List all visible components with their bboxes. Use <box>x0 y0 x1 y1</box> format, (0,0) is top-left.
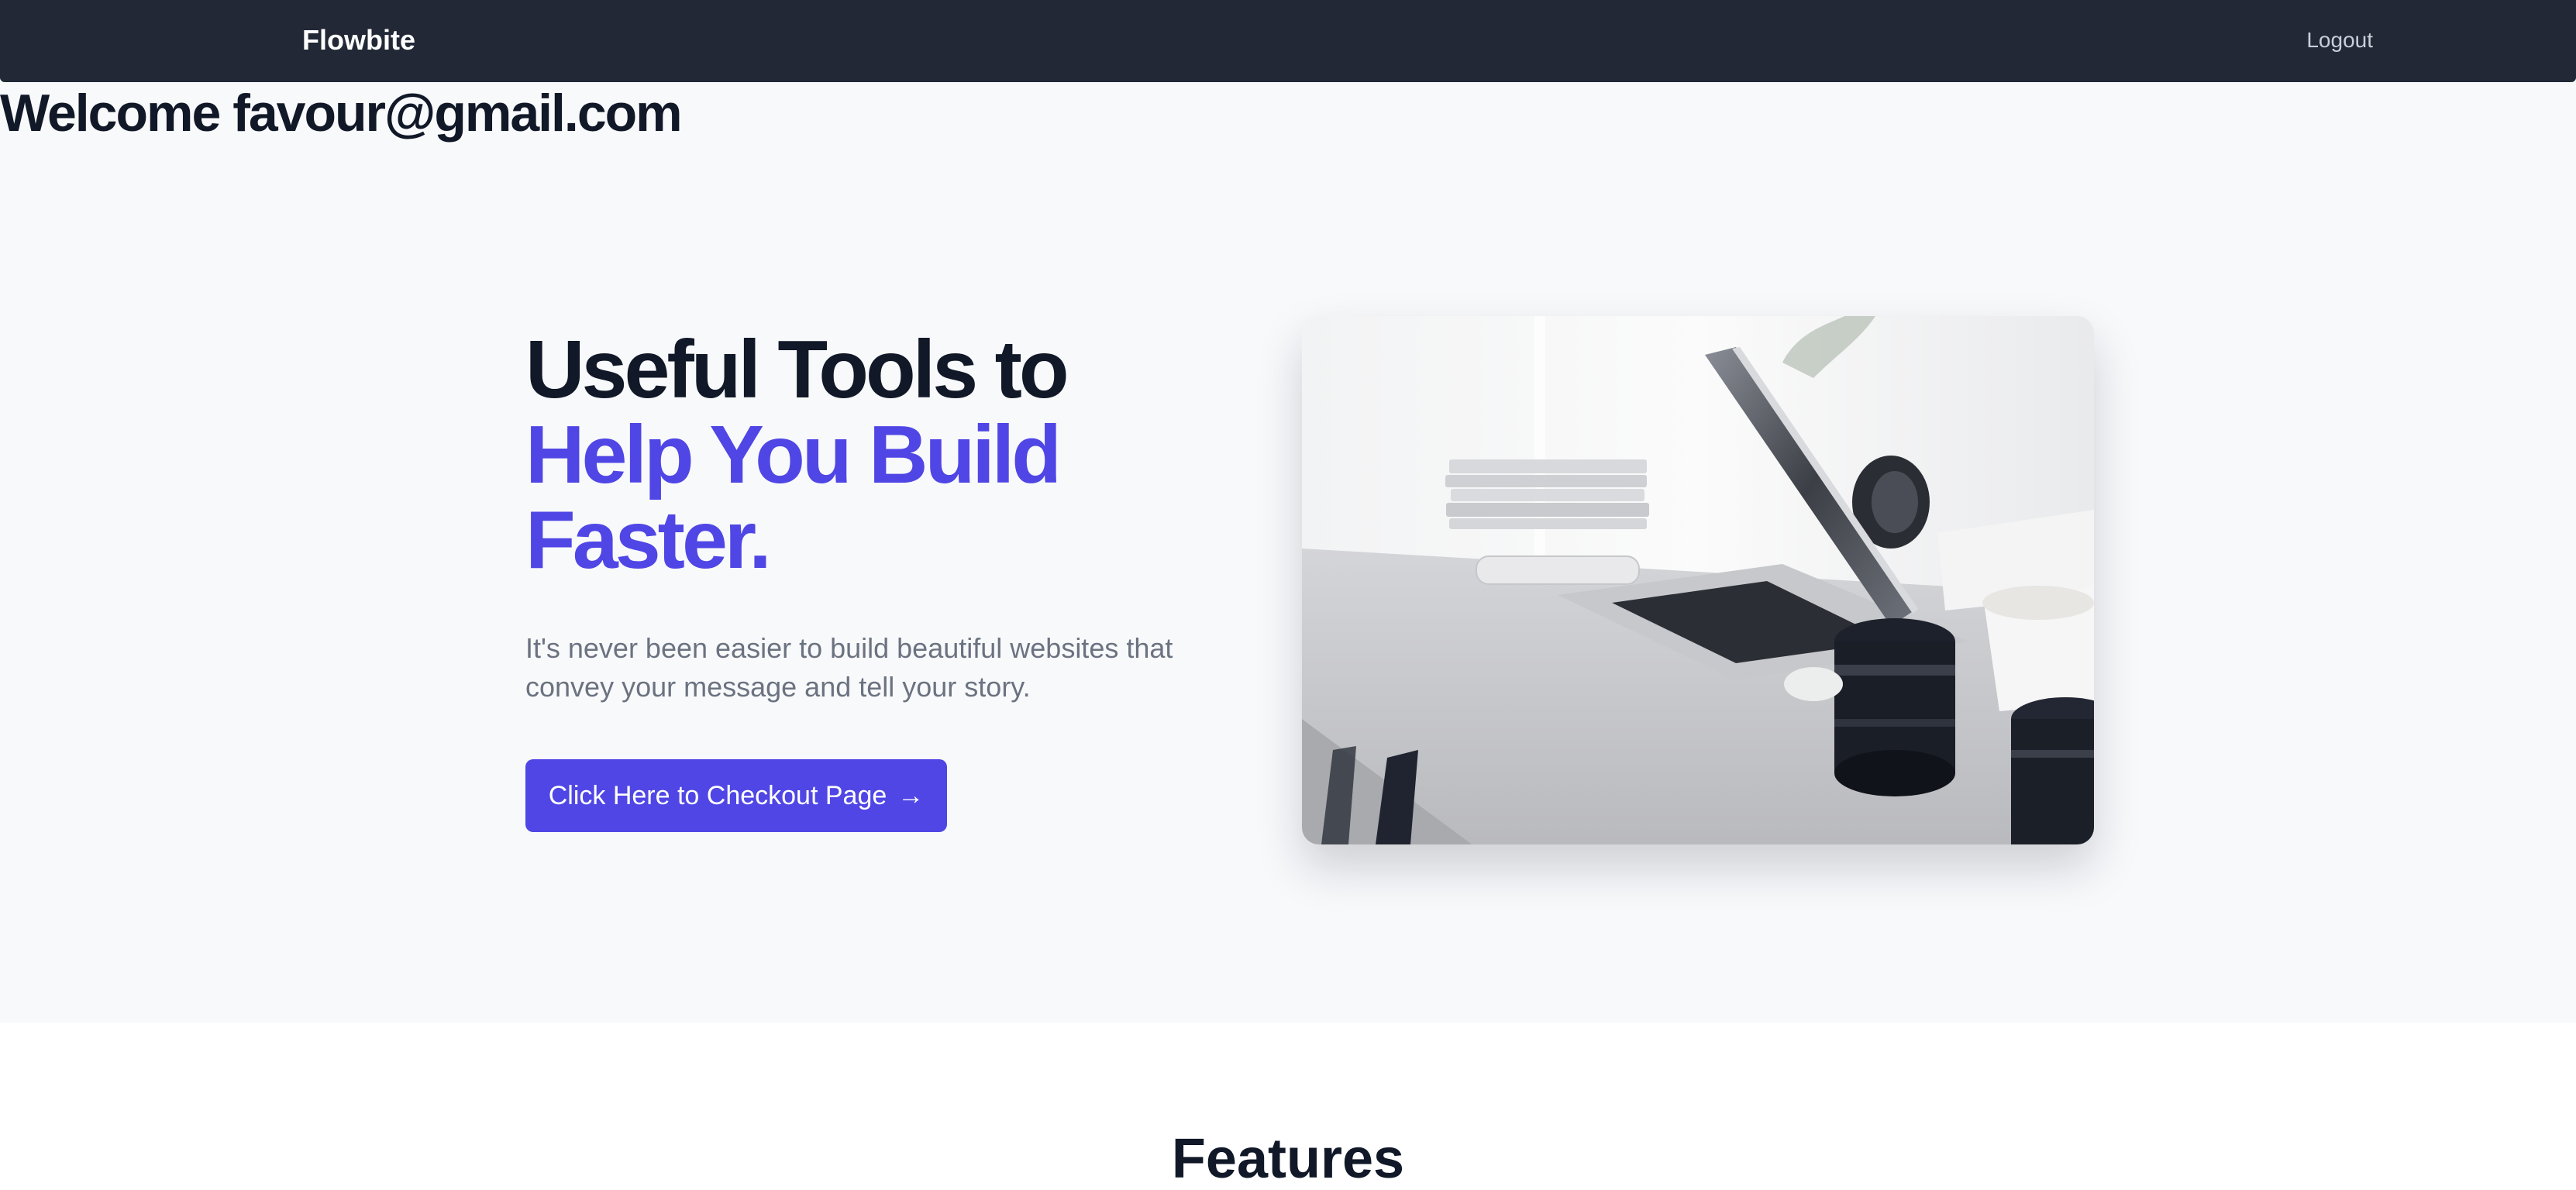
headline-accent-line-1: Help You Build <box>525 409 1062 500</box>
headline-line-1: Useful Tools to <box>525 324 1069 415</box>
checkout-cta-label: Click Here to Checkout Page <box>548 781 887 810</box>
welcome-heading: Welcome favour@gmail.com <box>0 84 683 143</box>
checkout-cta-button[interactable]: Click Here to Checkout Page → <box>525 759 947 832</box>
features-heading: Features <box>1171 1128 1405 1190</box>
logout-link[interactable]: Logout <box>2306 26 2373 54</box>
arrow-right-icon: → <box>897 781 925 810</box>
hero-description: It's never been easier to build beautifu… <box>525 632 1173 703</box>
hero-section: Welcome favour@gmail.com Useful Tools to… <box>0 82 2576 1023</box>
brand-logo-link[interactable]: Flowbite <box>302 22 415 59</box>
hero-headline: Useful Tools to Help You Build Faster. <box>525 327 1238 583</box>
headline-accent-line-2: Faster. <box>525 494 772 586</box>
desk-laptop-image <box>1302 316 2094 844</box>
navbar: Flowbite Logout <box>0 0 2576 82</box>
